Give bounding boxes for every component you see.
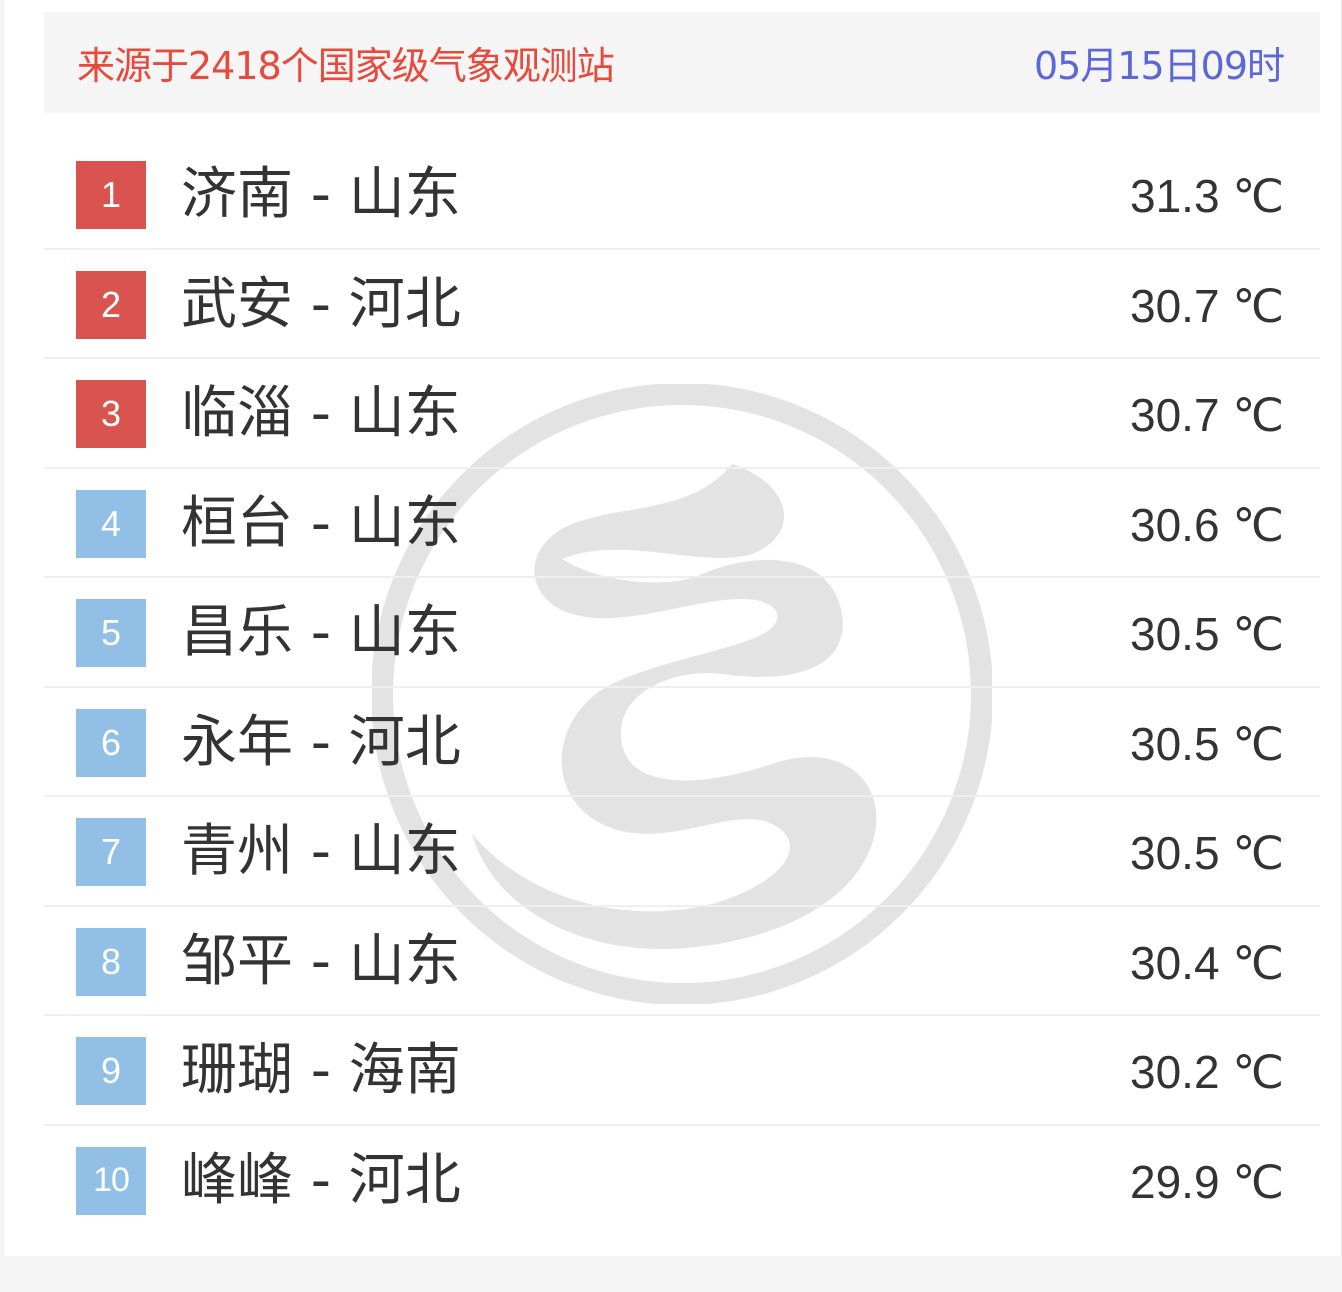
rank-badge: 2: [76, 270, 146, 339]
station-name: 济南 - 山东: [181, 162, 461, 227]
temperature-value: 30.5 ℃: [1130, 827, 1284, 879]
station-name: 珊瑚 - 海南: [181, 1038, 461, 1103]
station-name: 青州 - 山东: [181, 819, 461, 884]
ranking-row[interactable]: 4 桓台 - 山东 30.6 ℃: [44, 469, 1320, 578]
ranking-row[interactable]: 10 峰峰 - 河北 29.9 ℃: [44, 1126, 1320, 1236]
rank-badge: 10: [76, 1146, 146, 1215]
rank-badge: 3: [76, 380, 146, 448]
rank-badge: 6: [76, 708, 146, 777]
rank-badge: 8: [76, 927, 146, 996]
temperature-ranking-list: 1 济南 - 山东 31.3 ℃ 2 武安 - 河北 30.7 ℃ 3 临淄 -…: [44, 140, 1320, 1235]
station-name: 永年 - 河北: [181, 709, 461, 775]
temperature-value: 30.4 ℃: [1130, 936, 1284, 989]
observation-time: 05月15日09时: [1033, 44, 1285, 88]
ranking-panel: 来源于2418个国家级气象观测站 05月15日09时 1 济南 - 山东 31.…: [3, 0, 1342, 1256]
ranking-row[interactable]: 2 武安 - 河北 30.7 ℃: [44, 250, 1320, 359]
station-name: 昌乐 - 山东: [181, 600, 461, 665]
rank-badge: 7: [76, 818, 146, 886]
rank-badge: 4: [76, 489, 146, 558]
ranking-row[interactable]: 1 济南 - 山东 31.3 ℃: [44, 140, 1320, 250]
data-source-label: 来源于2418个国家级气象观测站: [77, 44, 615, 88]
ranking-row[interactable]: 3 临淄 - 山东 30.7 ℃: [44, 359, 1320, 469]
rank-badge: 1: [76, 161, 146, 229]
temperature-value: 31.3 ℃: [1130, 170, 1284, 222]
ranking-row[interactable]: 9 珊瑚 - 海南 30.2 ℃: [44, 1016, 1320, 1126]
station-name: 桓台 - 山东: [181, 490, 461, 556]
ranking-row[interactable]: 7 青州 - 山东 30.5 ℃: [44, 797, 1320, 907]
station-name: 峰峰 - 河北: [181, 1147, 461, 1213]
temperature-value: 30.5 ℃: [1130, 608, 1284, 660]
temperature-value: 30.6 ℃: [1130, 498, 1284, 551]
temperature-value: 30.7 ℃: [1130, 389, 1284, 441]
station-name: 邹平 - 山东: [181, 928, 461, 994]
temperature-value: 30.7 ℃: [1130, 279, 1284, 332]
rank-badge: 9: [76, 1037, 146, 1105]
ranking-row[interactable]: 8 邹平 - 山东 30.4 ℃: [44, 907, 1320, 1016]
ranking-header: 来源于2418个国家级气象观测站 05月15日09时: [44, 12, 1320, 113]
station-name: 临淄 - 山东: [181, 381, 461, 446]
ranking-row[interactable]: 6 永年 - 河北 30.5 ℃: [44, 688, 1320, 797]
rank-badge: 5: [76, 599, 146, 667]
ranking-row[interactable]: 5 昌乐 - 山东 30.5 ℃: [44, 578, 1320, 688]
temperature-value: 30.5 ℃: [1130, 717, 1284, 770]
station-name: 武安 - 河北: [181, 271, 461, 337]
temperature-value: 30.2 ℃: [1130, 1046, 1284, 1098]
temperature-value: 29.9 ℃: [1130, 1155, 1284, 1208]
